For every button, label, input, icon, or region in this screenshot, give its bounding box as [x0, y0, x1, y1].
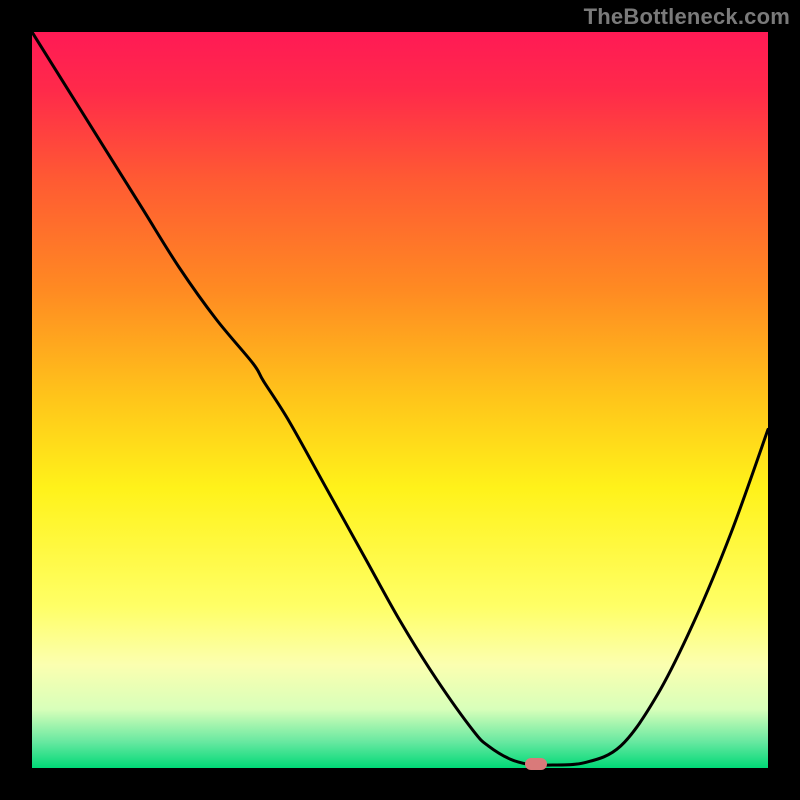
optimal-marker — [525, 758, 547, 770]
chart-svg — [32, 32, 768, 768]
plot-area — [32, 32, 768, 768]
gradient-background — [32, 32, 768, 768]
chart-root: TheBottleneck.com — [0, 0, 800, 800]
watermark-text: TheBottleneck.com — [584, 4, 790, 30]
